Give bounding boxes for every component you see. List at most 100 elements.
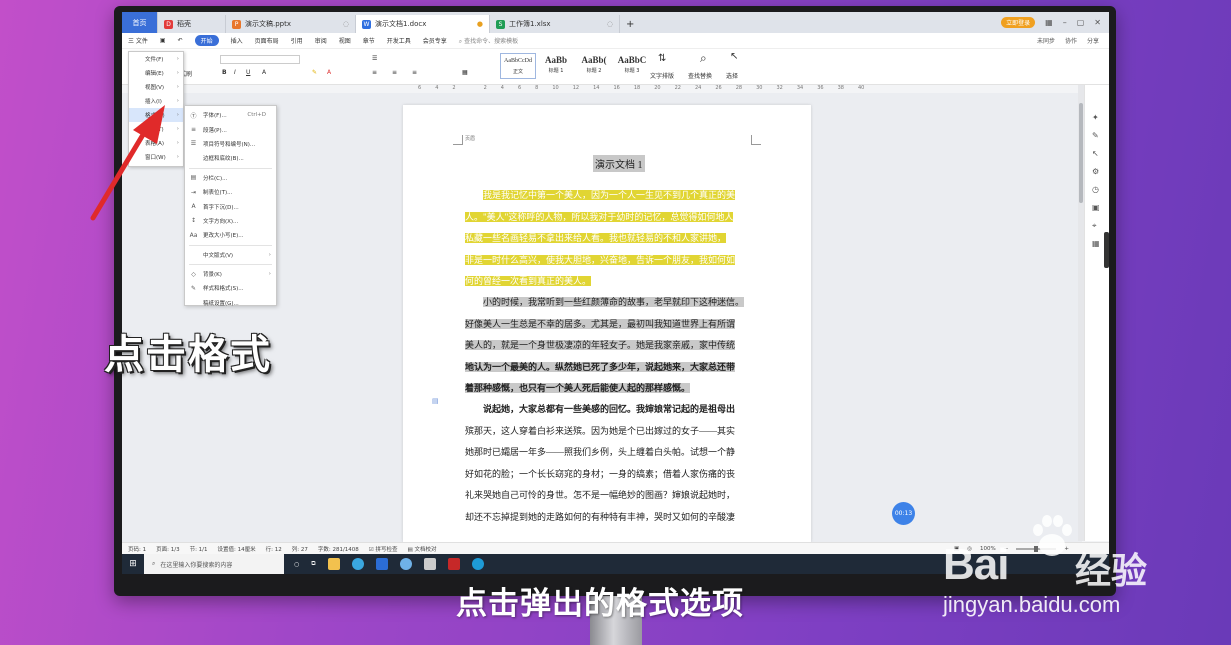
file-explorer-icon[interactable] bbox=[327, 558, 340, 570]
format-menu-item[interactable]: ▤ 分栏(C)... bbox=[185, 171, 276, 185]
collaborate-button[interactable]: 协作 bbox=[1065, 36, 1077, 45]
document-page[interactable]: 页眉 演示文档 1 我是我记忆中第一个美人，因为一个人一生见不到几个真正的美 人… bbox=[403, 105, 811, 542]
tab-start[interactable]: 开始 bbox=[194, 35, 219, 46]
select-button[interactable]: 选择 bbox=[726, 71, 738, 80]
align-right-icon[interactable]: ≡ bbox=[412, 69, 417, 76]
side-handle[interactable] bbox=[1104, 232, 1109, 268]
tab-pptx[interactable]: P 演示文稿.pptx ◌ bbox=[226, 15, 356, 33]
grid-icon[interactable]: ▦ bbox=[1045, 18, 1053, 27]
shading-icon[interactable]: ▦ bbox=[462, 69, 468, 76]
style-heading2[interactable]: AaBb( 标题 2 bbox=[576, 53, 612, 79]
format-menu-item[interactable]: ☰ 项目符号和编号(N)... bbox=[185, 137, 276, 151]
align-center-icon[interactable]: ≡ bbox=[392, 69, 397, 76]
command-search[interactable]: ⌕ 查找命令、搜索模板 bbox=[459, 36, 518, 46]
undo-icon[interactable]: ↶ bbox=[178, 37, 183, 44]
tab-chapter[interactable]: 章节 bbox=[363, 36, 375, 45]
app-icon[interactable] bbox=[423, 558, 436, 570]
clock-icon[interactable]: ◷ bbox=[1092, 185, 1099, 194]
task-view-icon[interactable]: ⧉ bbox=[311, 560, 315, 568]
find-icon[interactable]: ⌕ bbox=[700, 51, 707, 66]
close-icon[interactable]: ◌ bbox=[343, 20, 349, 28]
timer-badge: 00:13 bbox=[892, 502, 915, 525]
pen-icon[interactable]: ✎ bbox=[1092, 131, 1099, 140]
format-menu-item[interactable]: ↕ 文字方向(X)... bbox=[185, 214, 276, 228]
spell-check-button[interactable]: ☑ 拼写检查 bbox=[369, 545, 398, 553]
tab-developer[interactable]: 开发工具 bbox=[387, 36, 411, 45]
cortana-icon[interactable]: ○ bbox=[294, 561, 299, 568]
text-line: 礼来哭她自己可怜的身世。怎不是一幅绝妙的图画？婶娘说起她时， bbox=[465, 490, 736, 500]
edge-new-icon[interactable] bbox=[471, 558, 484, 570]
close-icon[interactable]: ◌ bbox=[607, 20, 613, 28]
style-heading3[interactable]: AaBbC 标题 3 bbox=[614, 53, 650, 79]
list-bullet-icon[interactable]: ☰ bbox=[372, 55, 377, 62]
format-menu-item[interactable]: ◇ 背景(K) › bbox=[185, 267, 276, 281]
format-menu-item[interactable]: 中文版式(V) › bbox=[185, 248, 276, 262]
format-menu-item[interactable]: 稿纸设置(G)... bbox=[185, 296, 276, 310]
new-tab-button[interactable]: + bbox=[620, 15, 640, 33]
status-words[interactable]: 字数: 281/1408 bbox=[318, 545, 359, 553]
minimize-icon[interactable]: – bbox=[1063, 18, 1067, 27]
tab-page-layout[interactable]: 页面布局 bbox=[255, 36, 279, 45]
underline-icon[interactable]: U bbox=[246, 69, 250, 76]
format-menu-item[interactable]: A 首字下沉(D)... bbox=[185, 199, 276, 213]
font-name-select[interactable] bbox=[220, 55, 300, 64]
close-window-icon[interactable]: ✕ bbox=[1094, 18, 1101, 27]
style-normal[interactable]: AaBbCcDd 正文 bbox=[500, 53, 536, 79]
file-menu-button[interactable]: 三 文件 bbox=[128, 36, 148, 45]
bold-icon[interactable]: B bbox=[222, 69, 227, 76]
save-icon[interactable]: ▣ bbox=[160, 37, 166, 44]
scroll-thumb[interactable] bbox=[1079, 103, 1083, 203]
browser-icon[interactable] bbox=[351, 558, 364, 570]
proof-button[interactable]: ▤ 文档校对 bbox=[408, 545, 437, 553]
location-icon[interactable]: ⌖ bbox=[1092, 221, 1097, 231]
sync-button[interactable]: 未同步 bbox=[1037, 36, 1055, 45]
pointer-icon[interactable]: ↖ bbox=[1092, 149, 1099, 158]
menu-item-edit[interactable]: 编辑(E) › bbox=[129, 66, 183, 80]
share-button[interactable]: 分享 bbox=[1087, 36, 1099, 45]
tab-daoke[interactable]: D 稻壳 bbox=[158, 15, 226, 33]
format-menu-item[interactable]: 边框和底纹(B)... bbox=[185, 151, 276, 165]
image-icon[interactable]: ▣ bbox=[1092, 203, 1100, 212]
taskbar-search[interactable]: ⌕ 在这里输入你要搜索的内容 bbox=[144, 554, 284, 574]
tab-xlsx[interactable]: S 工作簿1.xlsx ◌ bbox=[490, 15, 620, 33]
style-heading1[interactable]: AaBb 标题 1 bbox=[538, 53, 574, 79]
format-menu-item[interactable]: Ⓣ 字体(F)... Ctrl+D bbox=[185, 108, 276, 122]
text-layout-icon[interactable]: ⇅ bbox=[658, 53, 666, 64]
format-menu-item[interactable]: ✎ 样式和格式(S)... bbox=[185, 281, 276, 295]
find-replace-button[interactable]: 查找替换 bbox=[688, 71, 712, 80]
menu-item-file[interactable]: 文件(F) › bbox=[129, 52, 183, 66]
tab-member[interactable]: 会员专享 bbox=[423, 36, 447, 45]
italic-icon[interactable]: I bbox=[234, 69, 236, 76]
table-icon[interactable]: ▦ bbox=[1092, 239, 1100, 248]
ruler-mark: 18 bbox=[633, 85, 641, 91]
font-color-icon[interactable]: A bbox=[262, 69, 266, 76]
taskbar-search-placeholder: 在这里输入你要搜索的内容 bbox=[160, 561, 233, 569]
format-menu-item[interactable]: Aa 更改大小写(E)... bbox=[185, 228, 276, 242]
tab-view[interactable]: 视图 bbox=[339, 36, 351, 45]
text-color-icon[interactable]: A bbox=[327, 69, 331, 76]
status-setting: 设置值: 14厘米 bbox=[217, 546, 256, 553]
maximize-icon[interactable]: ▢ bbox=[1077, 18, 1085, 27]
edge-icon[interactable] bbox=[375, 558, 388, 570]
tab-home[interactable]: 首页 bbox=[122, 12, 158, 33]
settings-icon[interactable]: ⚙ bbox=[1092, 167, 1099, 176]
text-layout-button[interactable]: 文字排版 bbox=[650, 71, 674, 80]
wps-icon[interactable] bbox=[447, 558, 460, 570]
windows-start-icon[interactable]: ⊞ bbox=[122, 559, 144, 569]
tab-label: 演示文稿.pptx bbox=[245, 20, 291, 28]
paragraph-handle-icon[interactable]: ▤ bbox=[432, 397, 439, 405]
tab-insert[interactable]: 插入 bbox=[231, 36, 243, 45]
menu-item-view[interactable]: 视图(V) › bbox=[129, 80, 183, 94]
login-button[interactable]: 立即登录 bbox=[1001, 17, 1036, 28]
tab-review[interactable]: 审阅 bbox=[315, 36, 327, 45]
app-icon[interactable] bbox=[399, 558, 412, 570]
brush-icon[interactable]: ✦ bbox=[1092, 113, 1099, 122]
align-left-icon[interactable]: ≡ bbox=[372, 69, 377, 76]
tab-references[interactable]: 引用 bbox=[291, 36, 303, 45]
select-cursor-icon[interactable]: ↖ bbox=[730, 51, 738, 62]
tab-docx[interactable]: W 演示文档1.docx ● bbox=[356, 15, 490, 33]
ruler-mark: 12 bbox=[572, 85, 580, 91]
highlight-icon[interactable]: ✎ bbox=[312, 69, 317, 76]
format-menu-item[interactable]: ⇥ 制表位(T)... bbox=[185, 185, 276, 199]
format-menu-item[interactable]: ≡ 段落(P)... bbox=[185, 122, 276, 136]
